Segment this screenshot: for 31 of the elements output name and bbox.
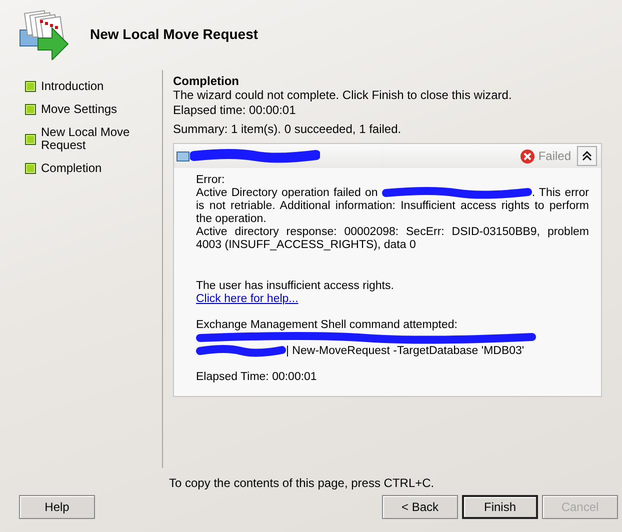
window-title: New Local Move Request <box>90 26 258 42</box>
step-marker-icon <box>25 134 36 144</box>
error-label: Error: <box>196 174 226 187</box>
step-marker-icon <box>25 163 36 174</box>
elapsed-time: Elapsed time: 00:00:01 <box>173 103 297 118</box>
response-text: Active directory response: 00002098: SecErr: DSID-03150BB9, problem 4003 (INSUFF_ACCESS_RIGHTS), data 0 <box>196 226 589 252</box>
help-link[interactable]: Click here for help... <box>196 293 298 306</box>
step-marker-icon <box>25 81 36 92</box>
result-elapsed: Elapsed Time: 00:00:01 <box>196 371 318 384</box>
wizard-button[interactable]: Finish <box>462 495 538 519</box>
command-label: Exchange Management Shell command attempted: <box>196 319 458 332</box>
user-message: The user has insufficient access rights. <box>196 280 395 294</box>
status-text: Failed <box>538 149 571 163</box>
copy-hint: To copy the contents of this page, press CTRL+C. <box>168 476 436 490</box>
wizard-step[interactable]: Introduction <box>41 80 136 93</box>
collapse-button[interactable] <box>577 146 597 166</box>
wizard-button[interactable]: < Back <box>382 495 458 519</box>
error-icon <box>520 148 536 164</box>
step-marker-icon <box>25 104 36 115</box>
error-text: Active Directory operation failed on . This error is not retriable. Additional information: Insufficient access rights to perform the operation. <box>196 187 589 226</box>
wizard-step[interactable]: Move Settings <box>41 103 136 116</box>
status-message: The wizard could not complete. Click Finish to close this wizard. <box>173 88 513 103</box>
mailbox-icon <box>176 149 190 163</box>
double-chevron-icon <box>582 151 592 161</box>
page-heading: Completion <box>173 74 240 88</box>
mail-move-icon <box>18 8 70 60</box>
summary-text: Summary: 1 item(s). 0 succeeded, 1 failed. <box>173 122 402 137</box>
wizard-step[interactable]: Completion <box>41 162 136 175</box>
command-text: | New-MoveRequest -TargetDatabase 'MDB03' <box>286 345 524 358</box>
wizard-step[interactable]: New Local Move Request <box>41 126 136 152</box>
help-button[interactable]: Help <box>19 495 95 519</box>
